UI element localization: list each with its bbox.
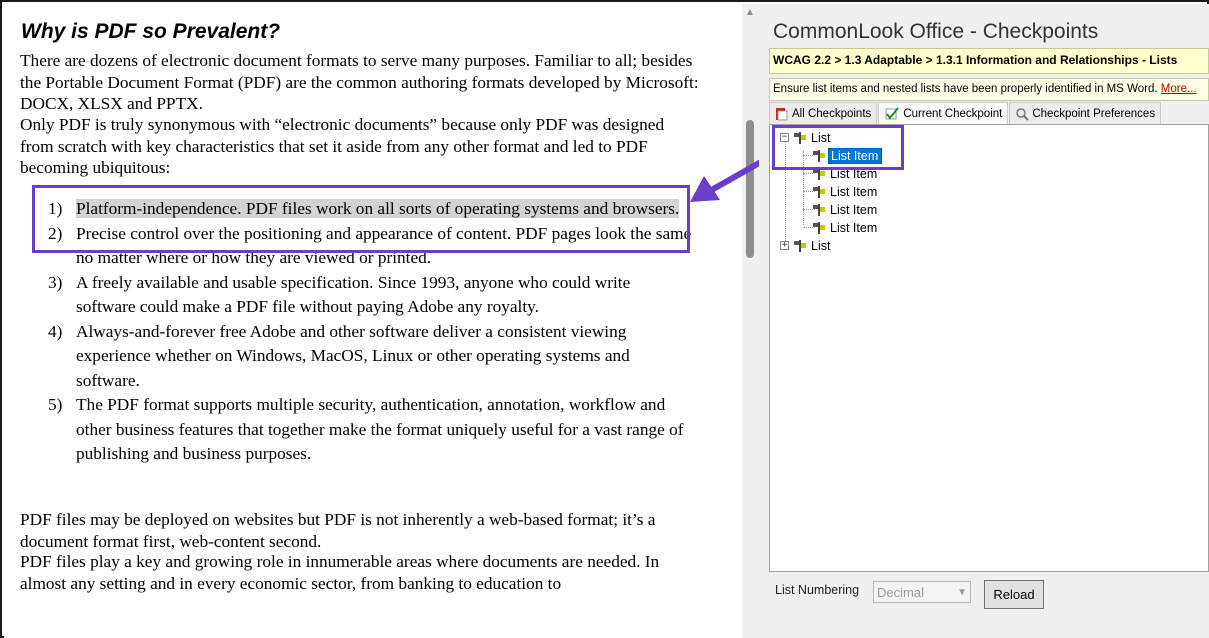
tag-node-icon [794,131,806,144]
reload-button[interactable]: Reload [984,580,1044,609]
checkmark-icon [885,107,900,120]
scroll-up-icon[interactable]: ▲ [745,7,755,18]
tab-label: Current Checkpoint [903,108,1003,120]
document-area[interactable]: Why is PDF so Prevalent? There are dozen… [4,4,742,638]
tree-node-label: List [811,238,831,253]
tag-node-icon [813,221,825,234]
list-item-text: Platform-independence. PDF files work on… [76,199,680,218]
tab-all-checkpoints[interactable]: All Checkpoints [769,102,878,124]
checkpoint-hint: Ensure list items and nested lists have … [769,78,1209,101]
pane-tabs: All Checkpoints Current Checkpoint Check… [769,102,1162,125]
list-item[interactable]: 1) Platform-independence. PDF files work… [24,197,694,222]
tag-node-icon [794,239,806,252]
checkpoints-list-icon [776,107,788,120]
list-item[interactable]: 4) Always-and-forever free Adobe and oth… [24,320,694,394]
tree-node-label: List Item [830,220,878,235]
checkpoint-breadcrumb: WCAG 2.2 > 1.3 Adaptable > 1.3.1 Informa… [769,48,1209,74]
list-item[interactable]: 3) A freely available and usable specifi… [24,271,694,320]
checkpoints-pane: CommonLook Office - Checkpoints WCAG 2.2… [759,4,1209,638]
list-item-number: 3) [48,272,63,292]
doc-paragraph-4: PDF files play a key and growing role in… [20,552,660,593]
tab-checkpoint-preferences[interactable]: Checkpoint Preferences [1009,102,1162,124]
tree-node-list-item[interactable]: List Item [812,183,879,200]
doc-paragraph-1: There are dozens of electronic document … [20,51,699,113]
document-scrollbar[interactable]: ▲ [742,4,759,638]
tree-node-label: List Item [830,184,878,199]
tab-label: All Checkpoints [792,107,872,120]
list-item-text: Precise control over the positioning and… [76,223,692,268]
list-item-number: 2) [48,223,63,243]
list-item[interactable]: 5) The PDF format supports multiple secu… [24,393,694,467]
chevron-down-icon: ▼ [957,586,967,598]
list-numbering-value: Decimal [877,584,924,600]
collapse-icon[interactable]: − [780,133,789,142]
doc-numbered-list: 1) Platform-independence. PDF files work… [24,197,694,467]
tree-node-list-item[interactable]: List Item [812,165,879,182]
tree-guide-line [785,139,786,243]
tree-guide-line [803,151,804,225]
list-item-text: A freely available and usable specificat… [76,272,631,317]
tag-node-icon [813,203,825,216]
tree-node-list[interactable]: − List [780,129,832,146]
tree-node-label: List Item [830,202,878,217]
list-item-number: 5) [48,395,63,414]
tab-current-checkpoint[interactable]: Current Checkpoint [878,102,1009,125]
list-numbering-label: List Numbering [775,583,860,597]
list-item[interactable]: 2) Precise control over the positioning … [24,222,694,271]
structure-tree[interactable]: − List List Item List Item List Item Lis… [769,124,1209,572]
tag-node-icon [813,167,825,180]
tag-node-icon [813,185,825,198]
tree-node-label: List [811,130,831,145]
pane-title: CommonLook Office - Checkpoints [773,20,1099,43]
list-numbering-select[interactable]: Decimal ▼ [873,581,971,603]
list-item-text: The PDF format supports multiple securit… [76,395,684,463]
window-frame: Why is PDF so Prevalent? There are dozen… [0,0,1209,638]
hint-text: Ensure list items and nested lists have … [773,83,1161,95]
tab-label: Checkpoint Preferences [1032,107,1156,120]
doc-paragraph-3: PDF files may be deployed on websites bu… [20,510,656,551]
list-item-number: 1) [48,199,63,218]
tree-node-list-collapsed[interactable]: + List [780,237,832,254]
tree-node-list-item-selected[interactable]: List Item [812,147,883,164]
doc-heading: Why is PDF so Prevalent? [21,20,281,43]
list-item-text: Always-and-forever free Adobe and other … [76,321,630,390]
tree-node-list-item[interactable]: List Item [812,219,879,236]
tag-node-icon [813,149,825,162]
tree-node-label: List Item [830,166,878,181]
tree-node-label: List Item [828,147,883,164]
more-link[interactable]: More... [1161,83,1197,95]
tree-node-list-item[interactable]: List Item [812,201,879,218]
expand-icon[interactable]: + [780,241,789,250]
preferences-icon [1016,107,1030,121]
list-item-number: 4) [48,321,63,341]
doc-paragraph-2: Only PDF is truly synonymous with “elect… [20,115,665,177]
